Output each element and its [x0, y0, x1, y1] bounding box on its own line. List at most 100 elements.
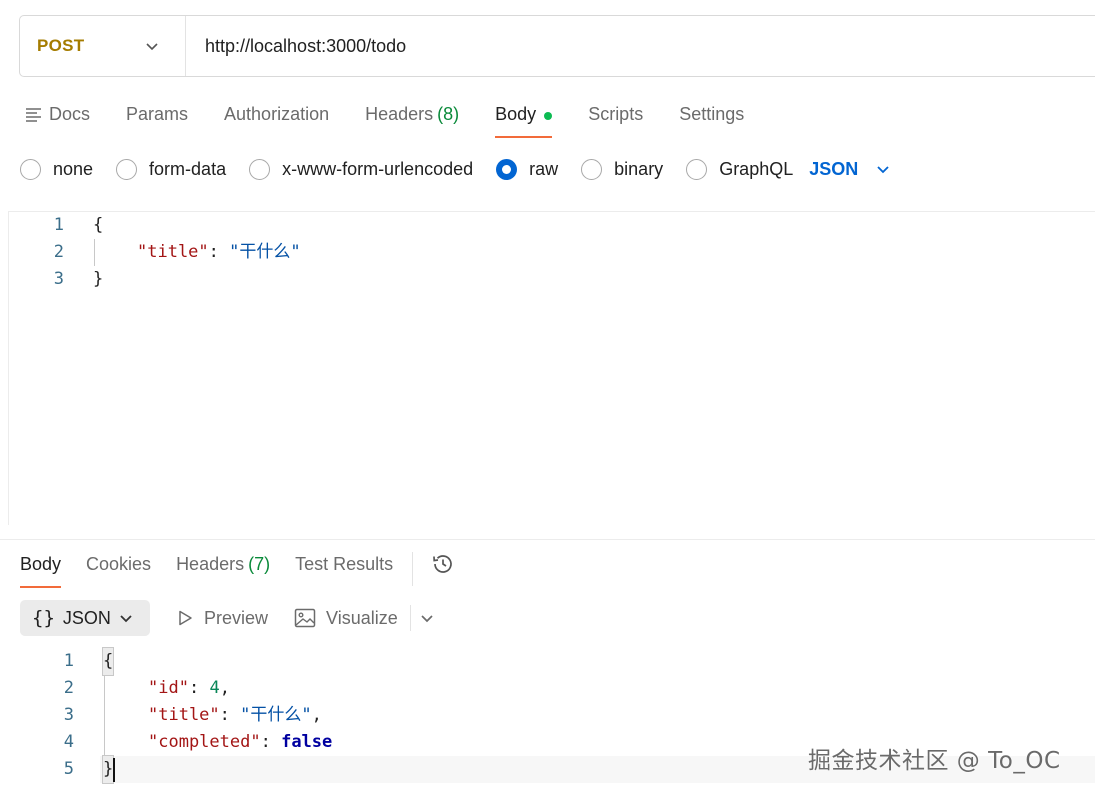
tab-params[interactable]: Params [126, 96, 188, 140]
json-key: "title" [137, 242, 209, 262]
json-string: "干什么" [229, 242, 301, 262]
response-toolbar: {} JSON Preview Visualize [20, 600, 435, 636]
radio-form-data-label: form-data [149, 158, 227, 179]
text-cursor [113, 758, 115, 782]
play-icon [179, 610, 192, 626]
radio-binary[interactable]: binary [581, 158, 664, 180]
json-boolean: false [281, 732, 333, 752]
open-brace: { [101, 647, 115, 676]
request-url-bar: POST [19, 15, 1095, 77]
radio-urlencoded-label: x-www-form-urlencoded [282, 158, 474, 179]
history-icon[interactable] [431, 552, 455, 576]
radio-circle [249, 158, 271, 180]
response-tab-cookies[interactable]: Cookies [86, 552, 151, 588]
tab-params-label: Params [126, 104, 189, 124]
tab-authorization[interactable]: Authorization [224, 96, 329, 140]
close-brace: } [93, 269, 104, 289]
json-colon: : [208, 242, 230, 262]
json-colon: : [188, 678, 210, 698]
code-line-title: "title": "干什么", [148, 702, 322, 729]
response-tab-headers-label: Headers [176, 554, 245, 574]
tab-body[interactable]: Body [495, 96, 553, 140]
radio-circle [581, 158, 603, 180]
code-line-id: "id": 4, [148, 675, 230, 702]
indent-guide [104, 675, 105, 756]
body-indicator-dot [544, 112, 553, 120]
tab-headers[interactable]: Headers (8) [365, 96, 459, 140]
json-colon: : [219, 705, 241, 725]
braces-icon: {} [32, 607, 55, 629]
radio-circle [116, 158, 138, 180]
tab-docs-label: Docs [49, 104, 91, 124]
line-number: 1 [63, 651, 74, 671]
radio-graphql-label: GraphQL [719, 158, 794, 179]
preview-label: Preview [204, 607, 269, 628]
response-format-label: JSON [62, 607, 111, 628]
radio-circle-selected [496, 158, 518, 180]
url-input[interactable] [205, 35, 905, 57]
json-number: 4 [209, 678, 220, 698]
radio-raw-label: raw [529, 158, 559, 179]
tab-scripts-label: Scripts [588, 104, 644, 124]
json-string: "干什么" [240, 705, 312, 725]
preview-button[interactable]: Preview [176, 608, 268, 629]
language-label: JSON [809, 158, 859, 179]
body-type-radios: none form-data x-www-form-urlencoded raw… [20, 156, 890, 182]
method-label: POST [37, 36, 85, 55]
response-format-select[interactable]: {} JSON [20, 600, 150, 636]
image-icon [294, 608, 316, 628]
visualize-button[interactable]: Visualize [294, 608, 398, 629]
radio-circle [20, 158, 41, 180]
tab-scripts[interactable]: Scripts [588, 96, 643, 140]
json-key: "completed" [148, 732, 261, 752]
response-tab-body-label: Body [20, 554, 62, 574]
tab-authorization-label: Authorization [224, 104, 330, 124]
response-tab-test-results-label: Test Results [295, 554, 394, 574]
docs-icon [26, 108, 41, 122]
open-brace: { [93, 215, 104, 235]
watermark: 掘金技术社区 @ To_OC [808, 748, 1061, 774]
request-tabs: Docs Params Authorization Headers (8) Bo… [25, 96, 780, 140]
json-colon: : [260, 732, 282, 752]
tab-settings-label: Settings [679, 104, 745, 124]
visualize-label: Visualize [326, 607, 398, 628]
json-key: "id" [148, 678, 189, 698]
headers-count: (8) [437, 104, 460, 124]
json-comma: , [311, 705, 322, 725]
radio-urlencoded[interactable]: x-www-form-urlencoded [249, 158, 474, 180]
radio-form-data[interactable]: form-data [116, 158, 227, 180]
toolbar-separator [409, 605, 411, 631]
request-body-editor[interactable]: 1 2 3 { "title": "干什么" } [8, 211, 1095, 525]
json-key: "title" [148, 705, 220, 725]
code-line-title: "title": "干什么" [137, 239, 301, 266]
radio-graphql[interactable]: GraphQL [686, 158, 794, 180]
response-tabs: Body Cookies Headers (7) Test Results [20, 552, 455, 588]
chevron-down-icon [120, 615, 132, 623]
indent-guide [94, 239, 95, 266]
tab-docs[interactable]: Docs [25, 96, 90, 140]
chevron-down-icon [877, 166, 889, 174]
response-tab-headers[interactable]: Headers (7) [176, 552, 270, 588]
radio-raw[interactable]: raw [496, 158, 559, 180]
code-line-completed: "completed": false [148, 729, 332, 756]
response-tab-body[interactable]: Body [20, 552, 62, 588]
language-select[interactable]: JSON [809, 159, 890, 180]
radio-none-label: none [53, 158, 94, 179]
chevron-down-icon[interactable] [419, 610, 435, 626]
method-select[interactable]: POST [20, 16, 186, 76]
radio-binary-label: binary [614, 158, 664, 179]
tab-settings[interactable]: Settings [679, 96, 744, 140]
line-number: 4 [63, 732, 74, 752]
radio-circle [686, 158, 708, 180]
json-comma: , [219, 678, 230, 698]
radio-none[interactable]: none [20, 158, 94, 180]
tab-separator [412, 552, 414, 586]
line-number: 3 [53, 269, 64, 289]
response-tab-cookies-label: Cookies [86, 554, 152, 574]
panel-divider[interactable] [0, 539, 1095, 540]
line-number: 2 [63, 678, 74, 698]
line-number: 3 [63, 705, 74, 725]
response-tab-test-results[interactable]: Test Results [295, 552, 393, 588]
line-number: 5 [63, 759, 74, 779]
response-headers-count: (7) [248, 554, 271, 574]
